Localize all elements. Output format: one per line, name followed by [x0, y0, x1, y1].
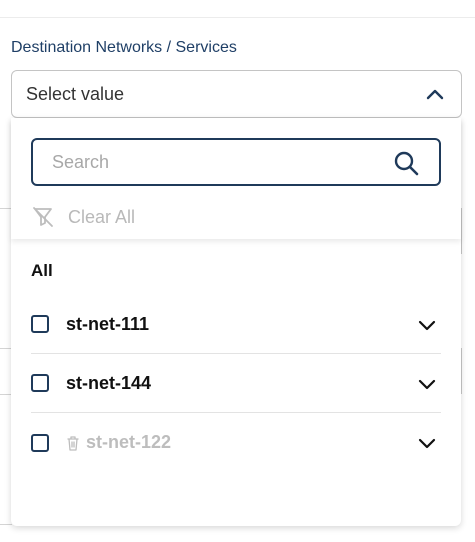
chevron-down-icon[interactable] — [417, 433, 437, 453]
option-item[interactable]: st-net-144 — [31, 354, 441, 413]
option-label: st-net-144 — [66, 372, 152, 393]
select-all-option[interactable]: All — [31, 261, 53, 281]
search-icon[interactable] — [393, 150, 419, 176]
chevron-down-icon[interactable] — [417, 315, 437, 335]
clear-all-button[interactable]: Clear All — [31, 206, 135, 228]
option-checkbox[interactable] — [31, 315, 49, 333]
select-value: Select value — [26, 83, 125, 104]
option-label: st-net-122 — [86, 432, 172, 452]
search-input[interactable] — [52, 151, 382, 173]
search-field[interactable] — [31, 138, 441, 186]
chevron-down-icon[interactable] — [417, 374, 437, 394]
select-dropdown[interactable]: Select value — [11, 70, 462, 118]
field-label: Destination Networks / Services — [11, 39, 237, 56]
top-divider — [0, 17, 475, 18]
dropdown-header: Clear All — [11, 118, 461, 239]
filter-off-icon — [33, 207, 53, 227]
chevron-up-icon[interactable] — [425, 85, 445, 105]
dropdown-panel: Clear All All st-net-111 st-net-144 st-n… — [11, 118, 461, 526]
option-checkbox[interactable] — [31, 433, 49, 452]
option-checkbox[interactable] — [31, 374, 49, 392]
option-item[interactable]: st-net-122 — [31, 413, 441, 472]
clear-all-label: Clear All — [68, 206, 136, 227]
background-divider — [0, 524, 12, 525]
option-label: st-net-111 — [66, 313, 150, 334]
trash-icon — [67, 435, 79, 451]
option-item[interactable]: st-net-111 — [31, 295, 441, 354]
